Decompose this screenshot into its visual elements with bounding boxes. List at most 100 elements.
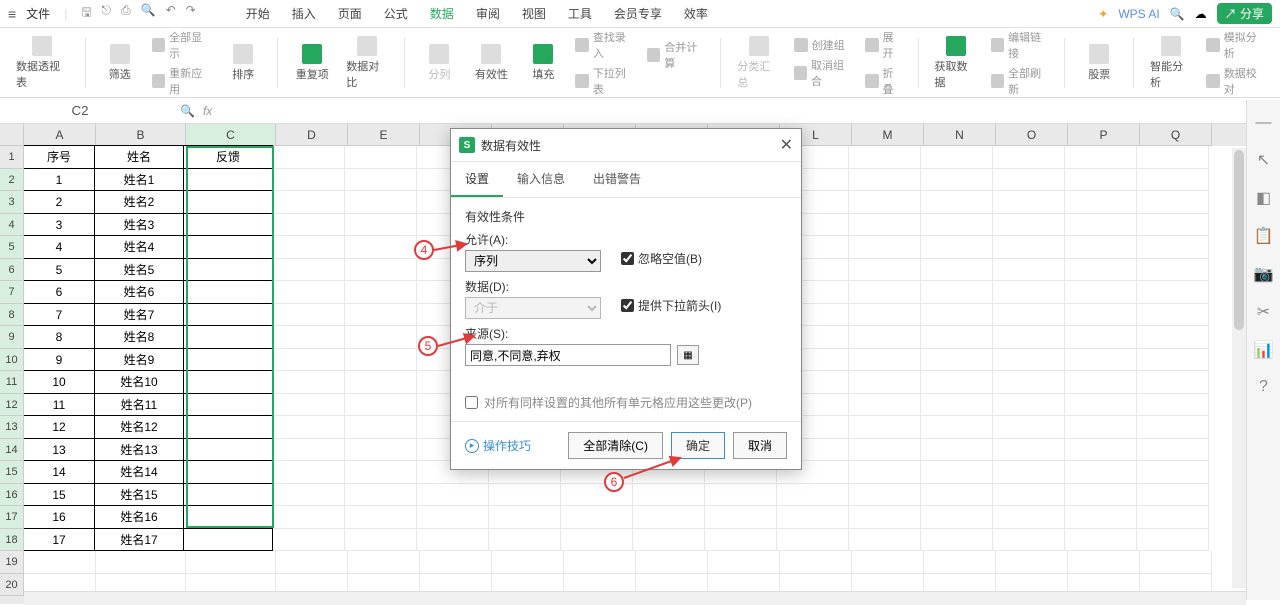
cell[interactable]: 13 — [24, 438, 95, 462]
cell[interactable] — [1137, 416, 1209, 439]
cell[interactable] — [273, 259, 345, 282]
cell[interactable] — [921, 349, 993, 372]
cell[interactable] — [921, 394, 993, 417]
cell[interactable] — [1065, 214, 1137, 237]
cell[interactable]: 姓名17 — [94, 528, 184, 552]
sort-button[interactable]: 排序 — [219, 42, 267, 84]
search-icon[interactable]: 🔍 — [1170, 7, 1185, 21]
cancel-button[interactable]: 取消 — [733, 432, 787, 459]
col-header[interactable]: C — [186, 124, 276, 146]
share-button[interactable]: ↗ 分享 — [1217, 3, 1272, 24]
col-header[interactable]: M — [852, 124, 924, 146]
cell[interactable]: 10 — [24, 370, 95, 394]
cell[interactable] — [345, 529, 417, 552]
cell[interactable] — [921, 326, 993, 349]
cell[interactable] — [993, 259, 1065, 282]
cell[interactable]: 16 — [24, 505, 95, 529]
cell[interactable] — [705, 529, 777, 552]
dropdown-arrow-checkbox[interactable]: 提供下拉箭头(I) — [621, 297, 721, 314]
cell[interactable] — [849, 439, 921, 462]
cell[interactable] — [564, 551, 636, 574]
cell[interactable] — [561, 529, 633, 552]
cell[interactable] — [1065, 529, 1137, 552]
search-fx-icon[interactable]: 🔍 — [180, 104, 195, 118]
cell[interactable] — [1137, 236, 1209, 259]
dropdown-list-button[interactable]: 下拉列表 — [575, 65, 635, 97]
cell[interactable] — [633, 484, 705, 507]
cell[interactable] — [921, 439, 993, 462]
tab-member[interactable]: 会员专享 — [614, 5, 662, 22]
cell[interactable] — [993, 214, 1065, 237]
cell[interactable]: 8 — [24, 325, 95, 349]
cell[interactable] — [921, 281, 993, 304]
cell[interactable] — [1065, 236, 1137, 259]
cell[interactable] — [186, 551, 276, 574]
cell[interactable] — [1137, 259, 1209, 282]
panel-cursor-icon[interactable]: ↖ — [1257, 150, 1270, 170]
cell[interactable] — [993, 439, 1065, 462]
row-header[interactable]: 5 — [0, 236, 24, 259]
panel-help-icon[interactable]: ? — [1259, 378, 1268, 396]
cell[interactable] — [183, 325, 273, 349]
cell[interactable] — [1137, 371, 1209, 394]
cell[interactable] — [183, 235, 273, 259]
cell[interactable] — [1065, 259, 1137, 282]
cell[interactable]: 姓名6 — [94, 280, 184, 304]
stocks-button[interactable]: 股票 — [1075, 42, 1123, 84]
cell[interactable] — [345, 214, 417, 237]
tab-efficiency[interactable]: 效率 — [684, 5, 708, 22]
row-header[interactable]: 13 — [0, 416, 24, 439]
cell[interactable] — [345, 349, 417, 372]
cell[interactable] — [345, 259, 417, 282]
cell[interactable] — [1065, 304, 1137, 327]
cloud-icon[interactable]: ☁ — [1195, 7, 1207, 21]
cell[interactable] — [273, 371, 345, 394]
cell[interactable] — [183, 438, 273, 462]
horizontal-scrollbar[interactable] — [24, 591, 1246, 605]
cell[interactable] — [273, 461, 345, 484]
cell[interactable] — [489, 506, 561, 529]
row-header[interactable]: 2 — [0, 169, 24, 192]
cell[interactable]: 姓名16 — [94, 505, 184, 529]
consolidate-button[interactable]: 合并计算 — [647, 39, 707, 71]
ungroup-button[interactable]: 取消组合 — [794, 57, 854, 89]
cell[interactable] — [273, 416, 345, 439]
cell[interactable] — [849, 371, 921, 394]
cell[interactable] — [921, 191, 993, 214]
tab-data[interactable]: 数据 — [430, 5, 454, 22]
print-icon[interactable]: ⎙ — [121, 3, 131, 24]
cell[interactable] — [993, 416, 1065, 439]
cell[interactable]: 序号 — [24, 145, 95, 169]
cell[interactable] — [183, 505, 273, 529]
panel-chart-icon[interactable]: 📊 — [1254, 340, 1274, 360]
cell[interactable] — [849, 326, 921, 349]
cell[interactable] — [345, 394, 417, 417]
pivot-table-button[interactable]: 数据透视表 — [10, 34, 75, 92]
row-header[interactable]: 20 — [0, 574, 24, 597]
cell[interactable] — [183, 303, 273, 327]
cell[interactable] — [1137, 484, 1209, 507]
cell[interactable] — [1065, 506, 1137, 529]
row-header[interactable]: 7 — [0, 281, 24, 304]
cell[interactable]: 9 — [24, 348, 95, 372]
cell[interactable] — [1137, 146, 1209, 169]
cell[interactable] — [849, 484, 921, 507]
cell[interactable] — [1137, 461, 1209, 484]
cell[interactable] — [183, 258, 273, 282]
file-menu[interactable]: 文件 — [26, 5, 50, 22]
cell[interactable]: 姓名9 — [94, 348, 184, 372]
dialog-tab-input-msg[interactable]: 输入信息 — [503, 162, 579, 197]
cell[interactable] — [993, 461, 1065, 484]
cell[interactable]: 1 — [24, 168, 95, 192]
cell[interactable] — [849, 191, 921, 214]
row-header[interactable]: 19 — [0, 551, 24, 574]
cell[interactable]: 姓名13 — [94, 438, 184, 462]
cell[interactable] — [921, 461, 993, 484]
cell[interactable] — [849, 259, 921, 282]
cell[interactable] — [96, 551, 186, 574]
cell[interactable] — [708, 551, 780, 574]
cell[interactable] — [276, 551, 348, 574]
cell[interactable] — [993, 304, 1065, 327]
hamburger-icon[interactable]: ≡ — [8, 6, 16, 22]
what-if-button[interactable]: 模拟分析 — [1206, 29, 1266, 61]
